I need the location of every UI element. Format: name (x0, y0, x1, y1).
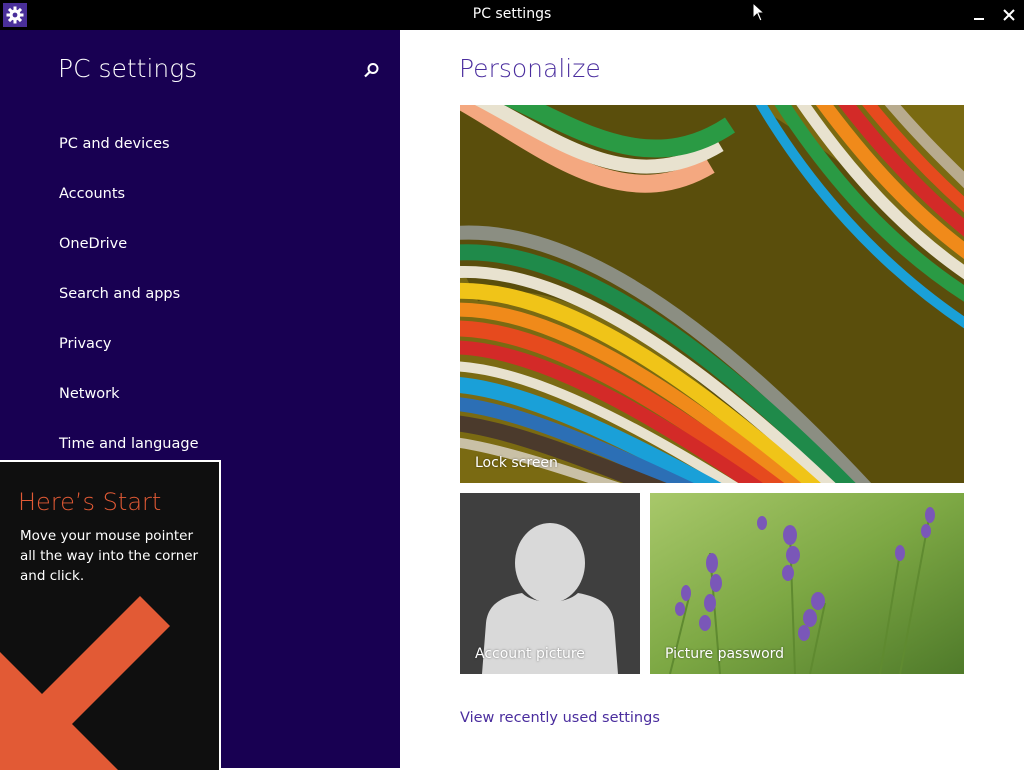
nav-item-onedrive[interactable]: OneDrive (59, 236, 127, 252)
nav-item-pc-and-devices[interactable]: PC and devices (59, 136, 170, 152)
close-icon (1003, 9, 1015, 21)
tip-line: Move your mouse pointer (20, 528, 194, 544)
lock-screen-tile[interactable]: Lock screen (460, 105, 964, 483)
account-picture-tile[interactable]: Account picture (460, 493, 640, 674)
picture-password-tile[interactable]: Picture password (650, 493, 964, 674)
nav-item-network[interactable]: Network (59, 386, 120, 402)
nav-item-time-and-language[interactable]: Time and language (59, 436, 199, 452)
mouse-cursor-icon (752, 2, 766, 22)
lock-screen-image (460, 105, 964, 483)
page-title: Personalize (459, 54, 601, 83)
minimize-icon (974, 18, 984, 20)
minimize-button[interactable] (964, 0, 994, 30)
start-tip-overlay[interactable]: Here’s Start Move your mouse pointer all… (0, 460, 221, 770)
tip-title: Here’s Start (18, 488, 162, 516)
window-title: PC settings (472, 6, 552, 22)
close-button[interactable] (994, 0, 1024, 30)
tile-label: Account picture (475, 646, 585, 662)
tip-body: Move your mouse pointer all the way into… (20, 526, 210, 586)
title-bar: PC settings (0, 0, 1024, 30)
view-recent-settings-link[interactable]: View recently used settings (460, 710, 660, 726)
tile-label: Picture password (665, 646, 785, 662)
nav-item-search-and-apps[interactable]: Search and apps (59, 286, 180, 302)
tip-line: and click. (20, 568, 85, 584)
tile-label: Lock screen (475, 455, 558, 471)
tip-line: all the way into the corner (20, 548, 199, 564)
search-button[interactable] (360, 60, 382, 82)
nav-title: PC settings (58, 54, 198, 83)
nav-item-accounts[interactable]: Accounts (59, 186, 125, 202)
search-icon (364, 63, 379, 78)
nav-item-privacy[interactable]: Privacy (59, 336, 112, 352)
